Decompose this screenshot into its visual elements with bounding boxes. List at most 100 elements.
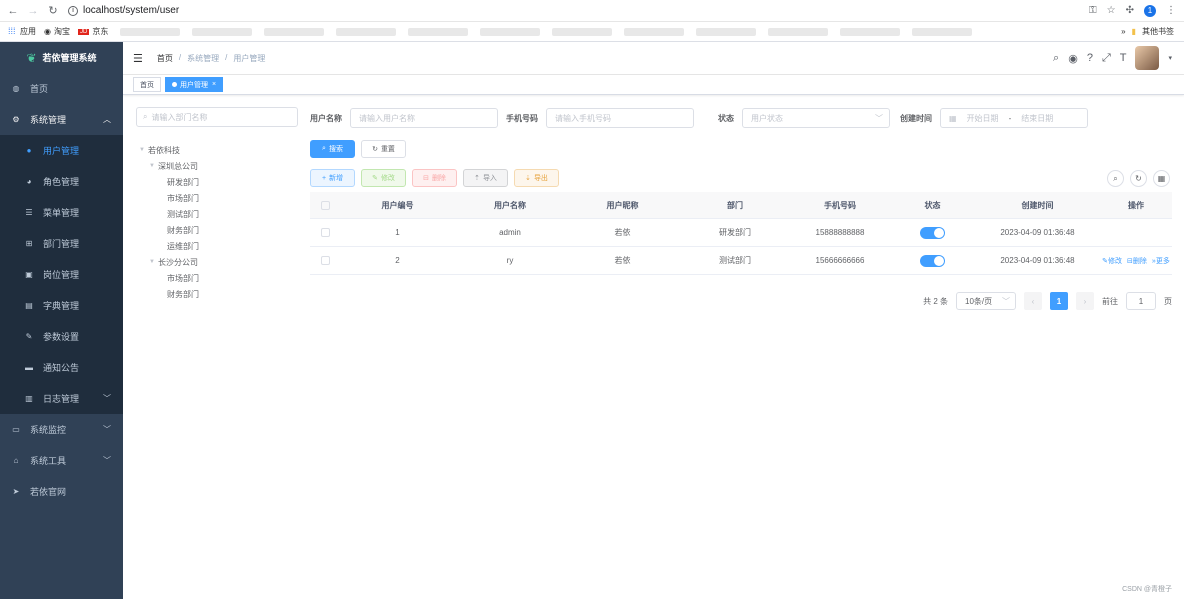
sidebar-item-log[interactable]: ▥ 日志管理 ﹀ (0, 383, 123, 414)
apps-grid-icon: ⁞⁞⁞ (8, 26, 16, 36)
status-switch[interactable] (920, 254, 945, 267)
sidebar-logo[interactable]: ❦ 若依管理系统 (0, 42, 123, 73)
sidebar-item-users[interactable]: ● 用户管理 (0, 135, 123, 166)
row-checkbox[interactable] (320, 256, 330, 265)
status-cell (890, 226, 975, 239)
tree-node[interactable]: 市场部门 (139, 270, 199, 286)
dept-search-input[interactable]: ⌕ 请输入部门名称 (136, 107, 298, 127)
toggle-search-button[interactable]: ⌕ (1107, 170, 1124, 187)
profile-avatar[interactable]: 1 (1144, 4, 1156, 17)
fullscreen-icon[interactable]: ⤢ (1102, 52, 1111, 65)
tree-node[interactable]: ▼ 若依科技 (139, 142, 199, 158)
sidebar-item-system[interactable]: ⚙ 系统管理 ︿ (0, 104, 123, 135)
cell-dept: 测试部门 (719, 256, 751, 265)
browser-menu-icon[interactable]: ⋮ (1166, 5, 1176, 16)
sidebar-item-website[interactable]: ➤ 若依官网 (0, 476, 123, 507)
header-cell: 创建时间 (1021, 200, 1054, 210)
tree-node[interactable]: 财务部门 (139, 286, 199, 302)
bookmark-jd[interactable]: JD 京东 (77, 26, 108, 37)
sidebar-item-posts[interactable]: ▣ 岗位管理 (0, 259, 123, 290)
row-delete-link[interactable]: ⊟删除 (1127, 256, 1147, 266)
font-size-icon[interactable]: T (1120, 52, 1127, 64)
search-button[interactable]: ⌕ 搜索 (310, 140, 355, 158)
sidebar-item-monitor[interactable]: ▭ 系统监控 ﹀ (0, 414, 123, 445)
forward-icon[interactable]: → (26, 4, 40, 18)
date-range-picker[interactable]: ▦ 开始日期 - 结束日期 (940, 108, 1088, 128)
breadcrumb-separator: / (178, 52, 182, 62)
blurred-bookmark (912, 27, 973, 36)
address-bar[interactable]: i localhost/system/user (68, 5, 179, 16)
tree-node[interactable]: ▼ 深圳总公司 (139, 158, 199, 174)
more-bookmarks-icon[interactable]: » (1121, 27, 1125, 36)
page-size-select[interactable]: 10条/页 ﹀ (956, 292, 1016, 310)
user-table: 用户编号 用户名称 用户昵称 部门 手机号码 状态 创建时间 操作 1 admi… (310, 192, 1172, 275)
select-cell (310, 228, 340, 237)
breadcrumb-home[interactable]: 首页 (157, 53, 173, 64)
row-more-link[interactable]: »更多 (1152, 256, 1170, 266)
browser-toolbar: ← → ↻ i localhost/system/user ⚿ ☆ ✣ 1 ⋮ (0, 0, 1184, 22)
tree-node[interactable]: 测试部门 (139, 206, 199, 222)
select-all-checkbox[interactable] (320, 200, 330, 210)
tag-home[interactable]: 首页 (133, 77, 161, 92)
blurred-bookmark (408, 27, 469, 36)
goto-page-input[interactable]: 1 (1126, 292, 1156, 310)
bookmark-taobao[interactable]: ◉ 淘宝 (44, 26, 70, 37)
next-page-button[interactable]: › (1076, 292, 1094, 310)
reload-icon[interactable]: ↻ (46, 4, 60, 18)
import-button[interactable]: ⇡ 导入 (463, 169, 508, 187)
row-edit-link[interactable]: ✎修改 (1102, 256, 1122, 266)
github-icon[interactable]: ◉ (1068, 52, 1078, 65)
blurred-bookmark (480, 27, 541, 36)
row-checkbox[interactable] (320, 228, 330, 237)
table-row[interactable]: 1 admin 若依 研发部门 15888888888 2023-04-09 0… (310, 219, 1172, 247)
tree-node[interactable]: ▼ 长沙分公司 (139, 254, 199, 270)
bookmark-apps[interactable]: ⁞⁞⁞ 应用 (8, 26, 36, 37)
plus-icon: + (321, 174, 327, 182)
tree-node[interactable]: 市场部门 (139, 190, 199, 206)
hamburger-icon[interactable]: ☰ (133, 52, 143, 65)
status-switch[interactable] (920, 226, 945, 239)
tree-node[interactable]: 财务部门 (139, 222, 199, 238)
edit-button[interactable]: ✎ 修改 (361, 169, 406, 187)
phone-input[interactable]: 请输入手机号码 (546, 108, 694, 128)
tree-icon: ⊞ (25, 239, 33, 248)
delete-button[interactable]: ⊟ 删除 (412, 169, 457, 187)
columns-button[interactable]: ▦ (1153, 170, 1170, 187)
sidebar-item-config[interactable]: ✎ 参数设置 (0, 321, 123, 352)
refresh-button[interactable]: ↻ (1130, 170, 1147, 187)
star-icon[interactable]: ☆ (1107, 5, 1116, 16)
close-icon[interactable]: × (212, 81, 216, 88)
sidebar-item-dict[interactable]: ▤ 字典管理 (0, 290, 123, 321)
status-select[interactable]: 用户状态 ﹀ (742, 108, 890, 128)
chevron-down-icon: ﹀ (103, 425, 111, 434)
content-area: ⌕ 请输入部门名称 ▼ 若依科技 ▼ 深圳总公司 研发部门 市场部门 测试部门 财务… (123, 96, 1184, 599)
search-icon[interactable]: ⌕ (1053, 52, 1059, 65)
avatar[interactable] (1135, 46, 1160, 70)
sidebar-item-roles[interactable]: ◕ 角色管理 (0, 166, 123, 197)
info-icon[interactable]: i (68, 5, 78, 16)
cell-created: 2023-04-09 01:36:48 (1000, 256, 1075, 265)
prev-page-button[interactable]: ‹ (1024, 292, 1042, 310)
username-input[interactable]: 请输入用户名称 (350, 108, 498, 128)
page-number[interactable]: 1 (1050, 292, 1068, 310)
other-bookmarks[interactable]: 其他书签 (1142, 26, 1174, 37)
add-button[interactable]: + 新增 (310, 169, 355, 187)
back-icon[interactable]: ← (6, 4, 20, 18)
extensions-icon[interactable]: ✣ (1126, 5, 1134, 16)
header-cell: 用户名称 (494, 200, 526, 210)
reset-button[interactable]: ↻ 重置 (361, 140, 406, 158)
sidebar-item-depts[interactable]: ⊞ 部门管理 (0, 228, 123, 259)
sidebar-item-home[interactable]: ◍ 首页 (0, 73, 123, 104)
caret-down-icon[interactable]: ▾ (1168, 54, 1172, 62)
tag-current[interactable]: 用户管理 × (165, 77, 224, 92)
tree-node[interactable]: 研发部门 (139, 174, 199, 190)
export-button[interactable]: ⇣ 导出 (514, 169, 559, 187)
key-icon[interactable]: ⚿ (1089, 5, 1097, 16)
sidebar-item-notice[interactable]: ▬ 通知公告 (0, 352, 123, 383)
blurred-bookmark (192, 27, 253, 36)
question-icon[interactable]: ? (1087, 52, 1093, 64)
sidebar-item-tools[interactable]: ⌂ 系统工具 ﹀ (0, 445, 123, 476)
sidebar-item-menus[interactable]: ☰ 菜单管理 (0, 197, 123, 228)
tree-node[interactable]: 运维部门 (139, 238, 199, 254)
table-row[interactable]: 2 ry 若依 测试部门 15666666666 2023-04-09 01:3… (310, 247, 1172, 275)
